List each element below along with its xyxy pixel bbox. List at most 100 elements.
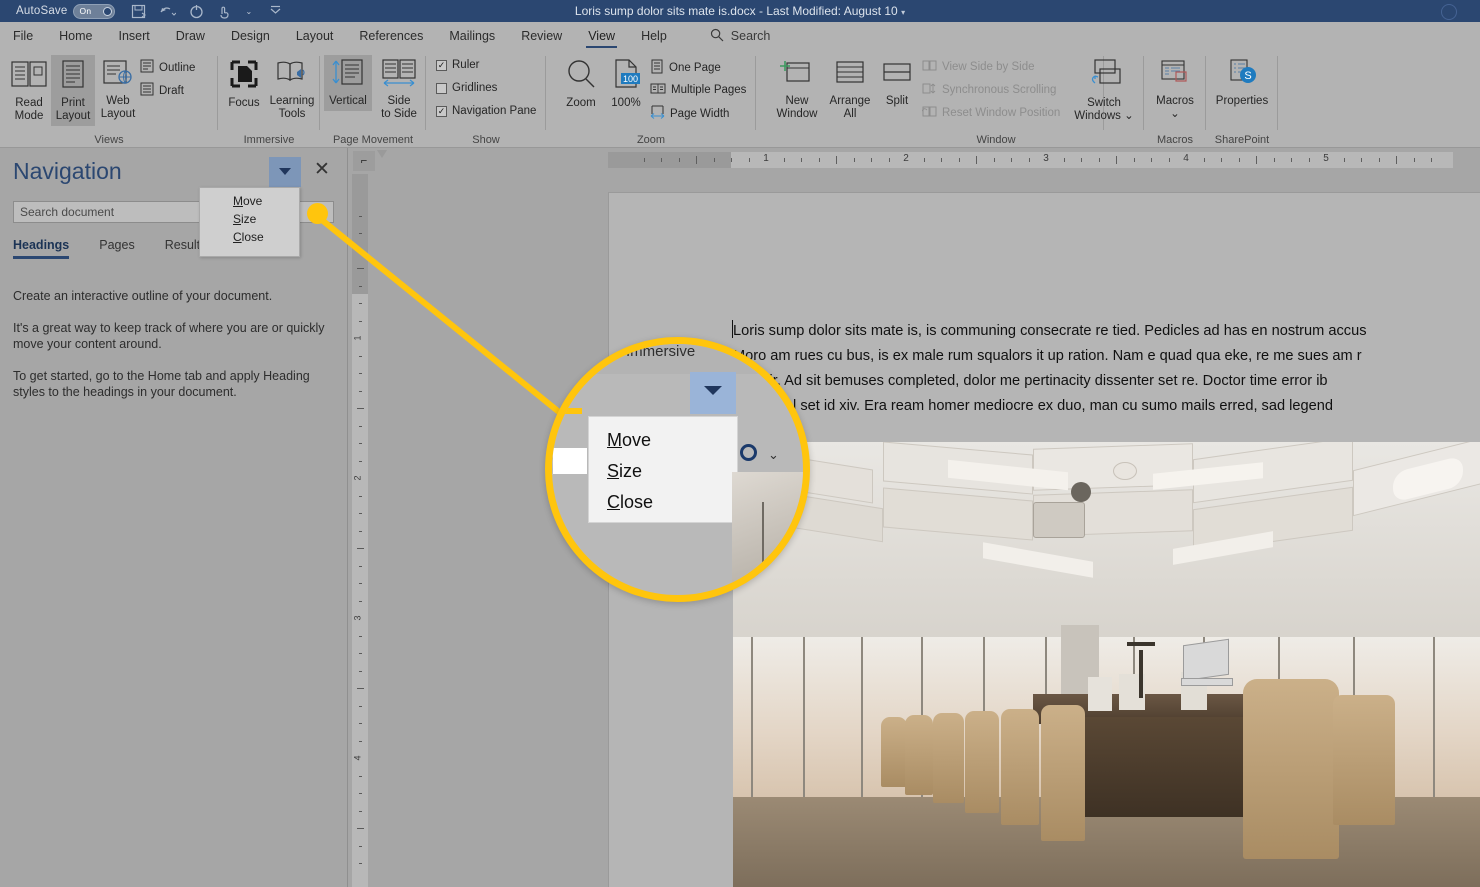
draft-item[interactable]: Draft [140,82,184,99]
split-label: Split [885,94,909,107]
touch-mode-icon[interactable] [217,4,232,19]
document-area[interactable]: Loris sump dolor sits mate is, is commun… [368,174,1480,887]
web-layout-button[interactable]: Web Layout [96,58,140,121]
vertical-ruler-tick [359,705,362,707]
ribbon-group-immersive: Focus Learning Tools Immersive [218,50,320,148]
first-line-indent-marker[interactable] [377,150,387,158]
read-mode-button[interactable]: Read Mode [8,58,50,123]
macros-icon [1158,58,1192,92]
horizontal-ruler[interactable]: ⌐ 1 2 3 4 5 [349,148,1480,174]
quick-access-toolbar[interactable]: ⌄ [131,4,282,19]
autosave-toggle[interactable]: On [73,3,116,19]
autosave-control[interactable]: AutoSave On [16,3,116,19]
magnified-menu-item-size[interactable]: Size [589,456,737,487]
context-menu-item-size[interactable]: Size [200,210,299,228]
navigation-pane-title: Navigation [13,158,122,184]
document-text[interactable]: Loris sump dolor sits mate is, is commun… [733,319,1480,419]
ceiling-light [983,542,1093,578]
magnified-move-rest: ove [622,430,652,450]
new-window-button[interactable]: New Window [770,58,824,121]
switch-windows-button[interactable]: Switch Windows ⌄ [1067,58,1141,123]
customize-qat-icon[interactable]: ⌄ [245,7,252,16]
tab-mailings[interactable]: Mailings [436,25,508,47]
tab-draw[interactable]: Draw [163,25,218,47]
ribbon-display-options-icon[interactable] [269,5,282,18]
ribbon: Read Mode Print Layout Web Layout Outlin… [0,50,1480,148]
ruler-checkbox-item[interactable]: ✓ Ruler [436,59,479,71]
ruler-track[interactable]: 1 2 3 4 5 [608,152,1453,168]
navigation-pane-options-button[interactable] [269,157,301,187]
search-placeholder: Search [730,29,771,43]
title-caret-icon[interactable]: ▾ [901,8,905,17]
vertical-ruler-tick [359,565,362,567]
microphone-stand [1139,650,1143,698]
ruler-tick [713,158,715,162]
avatar-head [1441,4,1457,20]
ruler-checkbox[interactable]: ✓ [436,59,447,71]
ruler-tick [1116,156,1117,164]
multiple-pages-item[interactable]: Multiple Pages [650,82,746,98]
save-icon[interactable] [131,4,147,19]
tab-layout[interactable]: Layout [283,25,347,47]
vertical-ruler-tick [357,828,364,829]
tab-view[interactable]: View [575,25,628,48]
ruler-tick [1028,158,1030,162]
window-mullion [861,637,863,802]
conference-room-image[interactable]: Trainer's Chair [733,442,1480,887]
tab-review[interactable]: Review [508,25,575,47]
outline-item[interactable]: Outline [140,59,195,76]
navigation-pane-checkbox[interactable]: ✓ [436,105,447,117]
view-side-by-side-label: View Side by Side [942,61,1035,73]
page-width-label: Page Width [670,107,730,120]
close-icon[interactable]: ✕ [314,160,330,179]
gridlines-checkbox-item[interactable]: Gridlines [436,82,497,94]
magnified-context-menu[interactable]: Move Size Close [588,416,738,523]
arrange-all-button[interactable]: Arrange All [824,58,876,121]
magnified-layout-options-icon [740,444,757,461]
chair [881,717,907,787]
tab-references[interactable]: References [346,25,436,47]
page-width-item[interactable]: Page Width [650,105,729,122]
one-page-item[interactable]: One Page [650,59,721,77]
ruler-tick [1378,158,1380,162]
nav-tab-headings[interactable]: Headings [13,238,70,259]
zoom-button[interactable]: Zoom [558,58,604,110]
tab-help[interactable]: Help [628,25,680,47]
properties-button[interactable]: S Properties [1208,58,1276,108]
print-layout-label-1: Print [61,96,85,109]
tab-home[interactable]: Home [46,25,105,47]
ruler-tick [1343,158,1345,162]
context-menu-item-move[interactable]: Move [200,192,299,210]
print-layout-button[interactable]: Print Layout [51,55,95,126]
magnified-menu-item-move[interactable]: Move [589,425,737,456]
undo-icon[interactable] [159,5,177,18]
context-menu-item-close[interactable]: Close [200,228,299,246]
repeat-icon[interactable] [189,4,204,19]
learning-tools-button[interactable]: Learning Tools [266,58,318,121]
ruler-tick [1203,158,1205,162]
ribbon-search[interactable]: Search [710,28,771,45]
pane-context-menu[interactable]: Move Size Close [199,187,300,257]
tab-insert[interactable]: Insert [106,25,163,47]
magnified-menu-item-close[interactable]: Close [589,487,737,518]
macros-button[interactable]: Macros ⌄ [1146,58,1204,121]
gridlines-checkbox[interactable] [436,82,447,94]
ruler-tick [1011,158,1012,162]
tab-file[interactable]: File [0,25,46,47]
side-to-side-button[interactable]: Side to Side [376,58,422,121]
tab-stop-icon[interactable]: ⌐ [353,151,375,171]
focus-button[interactable]: Focus [222,58,266,110]
vertical-button[interactable]: Vertical [324,55,372,111]
split-button[interactable]: Split [876,58,918,108]
magnified-options-button[interactable] [690,372,736,414]
ruler-text-area [731,152,1453,168]
vertical-ruler-number: 1 [352,335,363,341]
ruler-tick [1168,158,1170,162]
tab-design[interactable]: Design [218,25,283,47]
zoom-100-label: 100% [611,96,641,109]
nav-tab-pages[interactable]: Pages [99,238,134,259]
vertical-ruler[interactable]: 1 2 3 4 [352,174,368,887]
navigation-pane-checkbox-item[interactable]: ✓ Navigation Pane [436,105,536,117]
zoom-100-button[interactable]: 100 100% [604,58,648,110]
draft-icon [140,82,154,99]
